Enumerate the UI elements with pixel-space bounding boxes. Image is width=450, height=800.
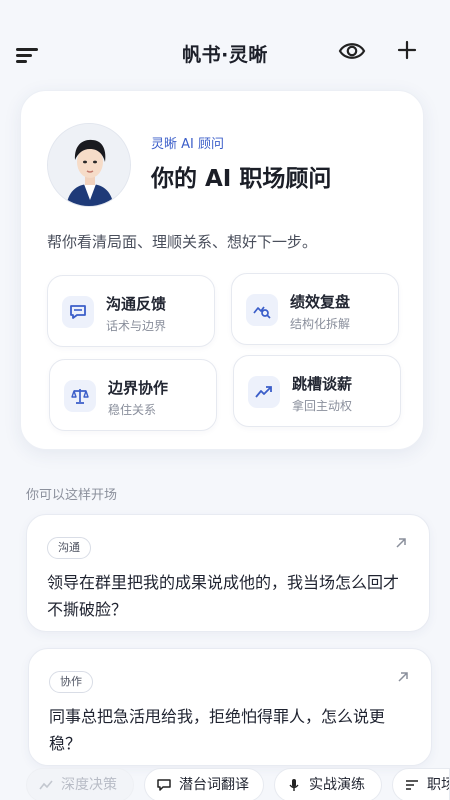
feature-job-salary-negotiation[interactable]: 跳槽谈薪 拿回主动权 — [233, 355, 401, 427]
chip-label: 深度决策 — [61, 777, 117, 793]
quick-action-bar: 深度决策 潜台词翻译 实战演练 职场 — [0, 768, 450, 800]
top-bar: 帆书·灵晰 — [0, 0, 450, 100]
trend-up-icon — [248, 376, 280, 408]
feature-subtitle: 结构化拆解 — [290, 317, 351, 331]
prompt-card-communication[interactable]: 沟通 领导在群里把我的成果说成他的，我当场怎么回才不撕破脸？ — [26, 514, 430, 632]
chip-practice[interactable]: 实战演练 — [274, 768, 382, 800]
scale-icon — [64, 380, 96, 412]
feature-communication-feedback[interactable]: 沟通反馈 话术与边界 — [47, 275, 215, 347]
advisor-subtitle: 灵晰 AI 顾问 — [151, 137, 224, 152]
feature-title: 绩效复盘 — [290, 293, 351, 311]
arrow-up-right-icon — [398, 672, 408, 682]
sparkle-icon — [39, 780, 53, 790]
chip-label: 潜台词翻译 — [179, 777, 249, 793]
feature-title: 沟通反馈 — [106, 295, 167, 313]
feature-subtitle: 话术与边界 — [106, 319, 167, 333]
advisor-description: 帮你看清局面、理顺关系、想好下一步。 — [47, 233, 318, 251]
chat-icon — [157, 779, 171, 791]
prompt-tag: 协作 — [49, 671, 93, 693]
chip-label: 职场 — [427, 777, 449, 793]
feature-subtitle: 稳住关系 — [108, 403, 157, 417]
arrow-up-right-icon — [396, 538, 406, 548]
chip-workplace[interactable]: 职场 — [392, 768, 450, 800]
feature-title: 边界协作 — [108, 379, 169, 397]
chip-label: 实战演练 — [309, 777, 365, 793]
advisor-card: 灵晰 AI 顾问 你的 AI 职场顾问 帮你看清局面、理顺关系、想好下一步。 沟… — [20, 90, 424, 450]
feature-title: 跳槽谈薪 — [292, 375, 353, 393]
prompt-tag: 沟通 — [47, 537, 91, 559]
list-icon — [406, 780, 418, 790]
feature-boundary-collaboration[interactable]: 边界协作 稳住关系 — [49, 359, 217, 431]
chart-search-icon — [246, 294, 278, 326]
eye-icon[interactable] — [338, 40, 366, 62]
chat-icon — [62, 296, 94, 328]
section-label: 你可以这样开场 — [26, 488, 118, 503]
advisor-avatar — [47, 123, 131, 207]
chip-deep-decision[interactable]: 深度决策 — [26, 768, 134, 800]
advisor-title: 你的 AI 职场顾问 — [151, 166, 332, 192]
page-title: 帆书·灵晰 — [182, 44, 268, 66]
plus-icon[interactable] — [396, 39, 418, 61]
prompt-card-collaboration[interactable]: 协作 同事总把急活甩给我，拒绝怕得罪人，怎么说更稳？ — [28, 648, 432, 766]
chip-subtext-translation[interactable]: 潜台词翻译 — [144, 768, 264, 800]
prompt-text: 领导在群里把我的成果说成他的，我当场怎么回才不撕破脸？ — [47, 573, 400, 619]
mic-icon — [289, 779, 299, 791]
feature-performance-review[interactable]: 绩效复盘 结构化拆解 — [231, 273, 399, 345]
feature-subtitle: 拿回主动权 — [292, 399, 353, 413]
prompt-text: 同事总把急活甩给我，拒绝怕得罪人，怎么说更稳？ — [49, 707, 386, 753]
